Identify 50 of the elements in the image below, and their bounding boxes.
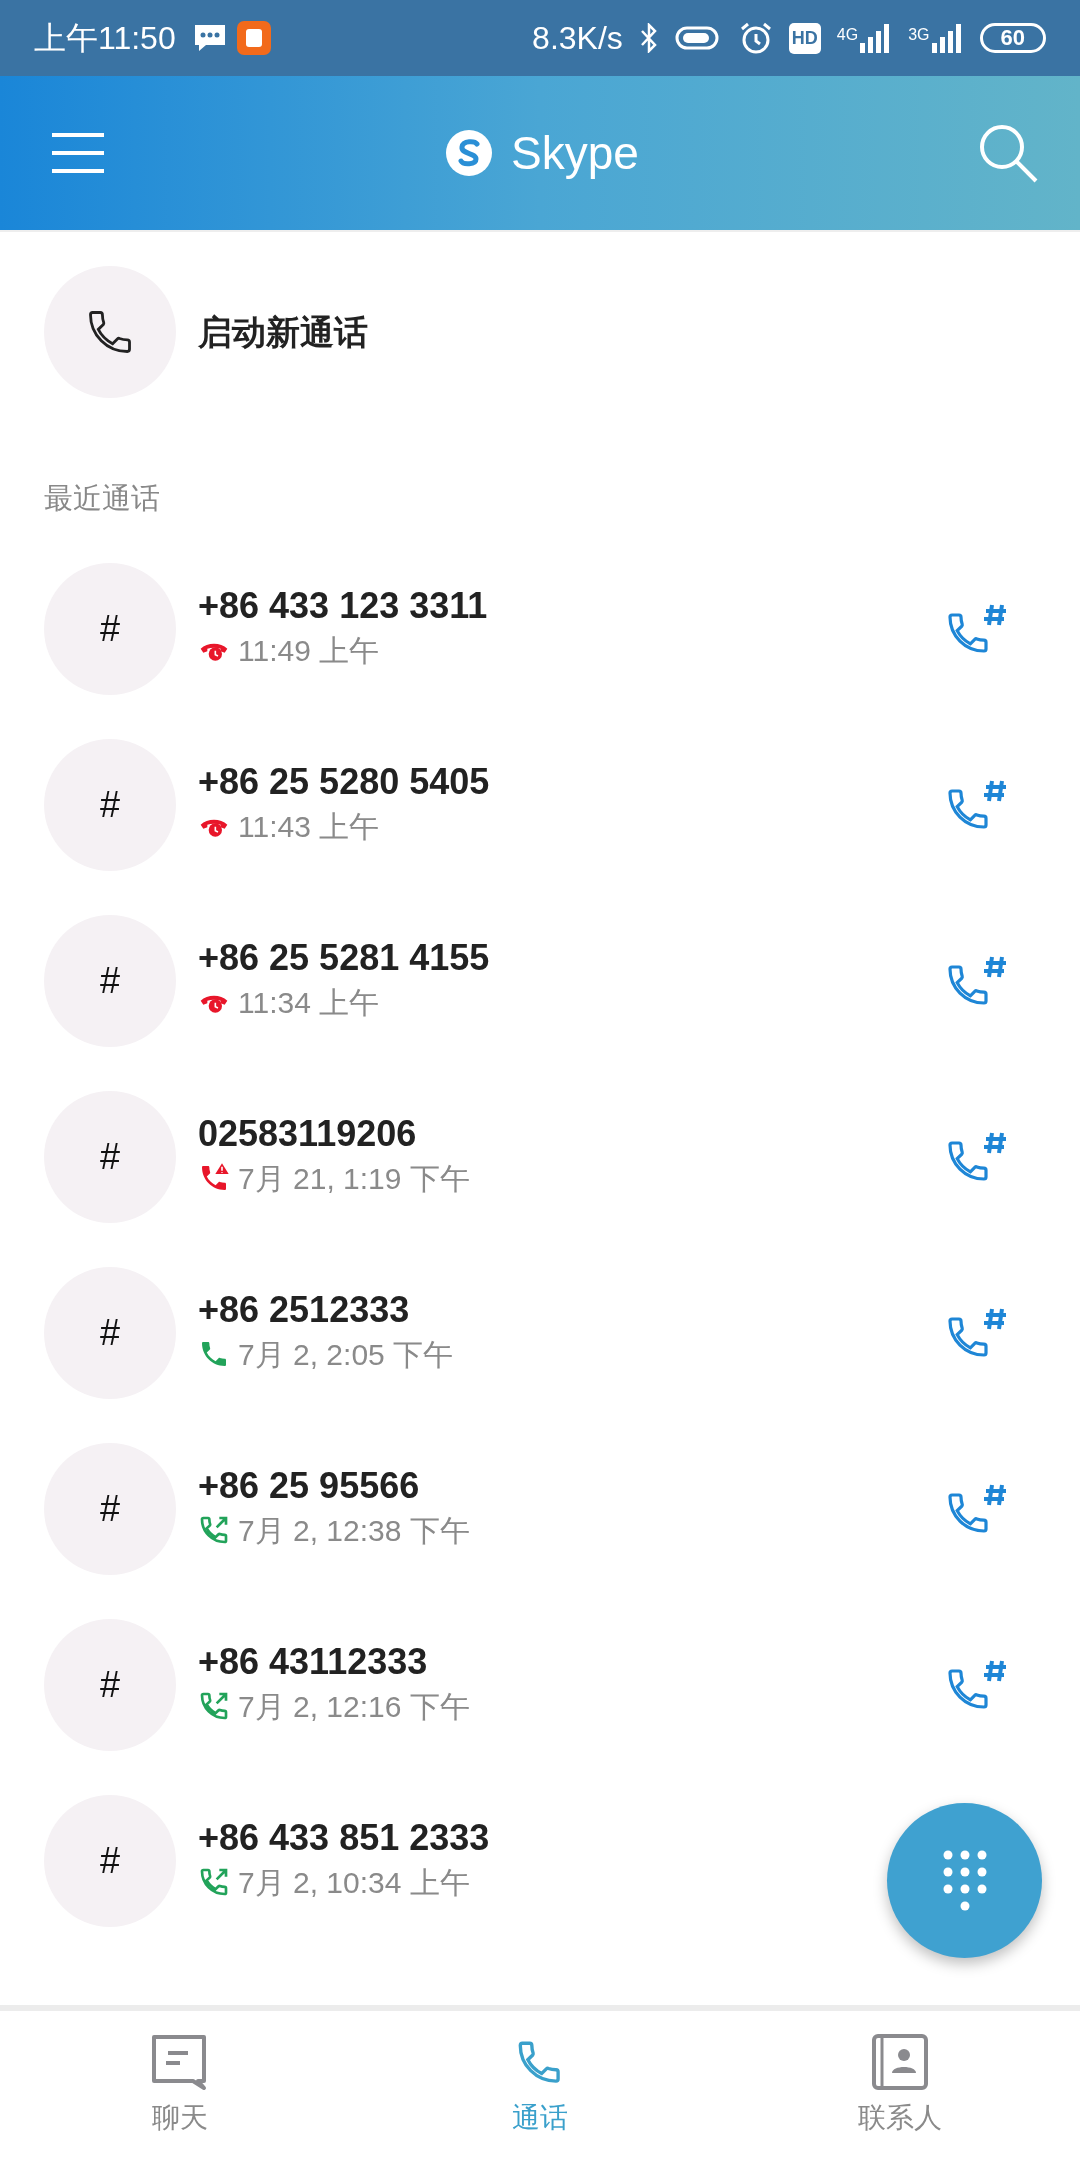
alarm-icon (738, 21, 773, 55)
network-speed: 8.3K/s (532, 19, 623, 58)
avatar-circle: # (44, 1090, 176, 1223)
call-time: 11:34 上午 (238, 984, 380, 1021)
call-time: 11:49 上午 (238, 632, 380, 669)
call-row[interactable]: # +86 433 123 3311 11:49 上午 (0, 540, 1080, 717)
new-call-label: 启动新通话 (198, 311, 368, 353)
app-icon (235, 20, 272, 56)
avatar-circle: # (44, 1794, 176, 1927)
avatar-circle: # (44, 1618, 176, 1751)
phone-number: +86 433 851 2333 (198, 1816, 491, 1860)
phone-number: +86 433 123 3311 (198, 584, 489, 628)
call-time: 7月 2, 12:16 下午 (238, 1688, 470, 1725)
new-call-item[interactable]: 启动新通话 (0, 232, 1080, 432)
network-type: 4G (836, 25, 859, 45)
call-row[interactable]: # +86 25 5281 4155 11:34 上午 (0, 892, 1080, 1069)
menu-icon (50, 131, 106, 175)
call-time: 7月 2, 12:38 下午 (238, 1512, 470, 1549)
section-heading: 最近通话 (43, 481, 161, 516)
phone-number: 02583119206 (198, 1112, 418, 1156)
phone-number: +86 2512333 (198, 1288, 411, 1332)
contacts-icon (870, 2033, 930, 2093)
phone-number: +86 25 95566 (198, 1464, 421, 1508)
avatar-circle: # (44, 562, 176, 695)
app-title: Skype (511, 125, 639, 181)
call-row[interactable]: # +86 2512333 7月 2, 2:05 下午 (0, 1244, 1080, 1421)
call-time: 7月 2, 2:05 下午 (238, 1336, 454, 1373)
avatar-circle: # (44, 1442, 176, 1575)
call-row[interactable]: # +86 25 95566 7月 2, 12:38 下午 (0, 1420, 1080, 1597)
battery-indicator: 60 (979, 23, 1046, 53)
network-type: 3G (908, 25, 930, 45)
phone-number: +86 25 5280 5405 (198, 760, 491, 804)
call-time: 11:43 上午 (238, 808, 380, 845)
dialpad-icon (942, 1850, 987, 1911)
call-row[interactable]: # +86 43112333 7月 2, 12:16 下午 (0, 1596, 1080, 1773)
call-row[interactable]: # +86 25 5280 5405 11:43 上午 (0, 716, 1080, 893)
call-time: 7月 2, 10:34 上午 (238, 1864, 470, 1901)
status-time: 上午11:50 (34, 19, 176, 58)
menu-button[interactable] (50, 131, 106, 175)
avatar-circle: # (44, 914, 176, 1047)
avatar-circle: # (44, 738, 176, 871)
phone-number: +86 43112333 (198, 1640, 429, 1684)
call-time: 7月 21, 1:19 下午 (238, 1160, 470, 1197)
avatar-circle: # (44, 1266, 176, 1399)
call-row[interactable]: # 02583119206 7月 21, 1:19 下午 (0, 1068, 1080, 1245)
hd-badge: HD (788, 22, 821, 54)
phone-number: +86 25 5281 4155 (198, 936, 491, 980)
signal-icon (929, 23, 964, 53)
call-row[interactable]: # +86 433 851 2333 7月 2, 10:34 上午 (0, 1772, 1080, 1949)
bluetooth-icon (638, 23, 659, 53)
